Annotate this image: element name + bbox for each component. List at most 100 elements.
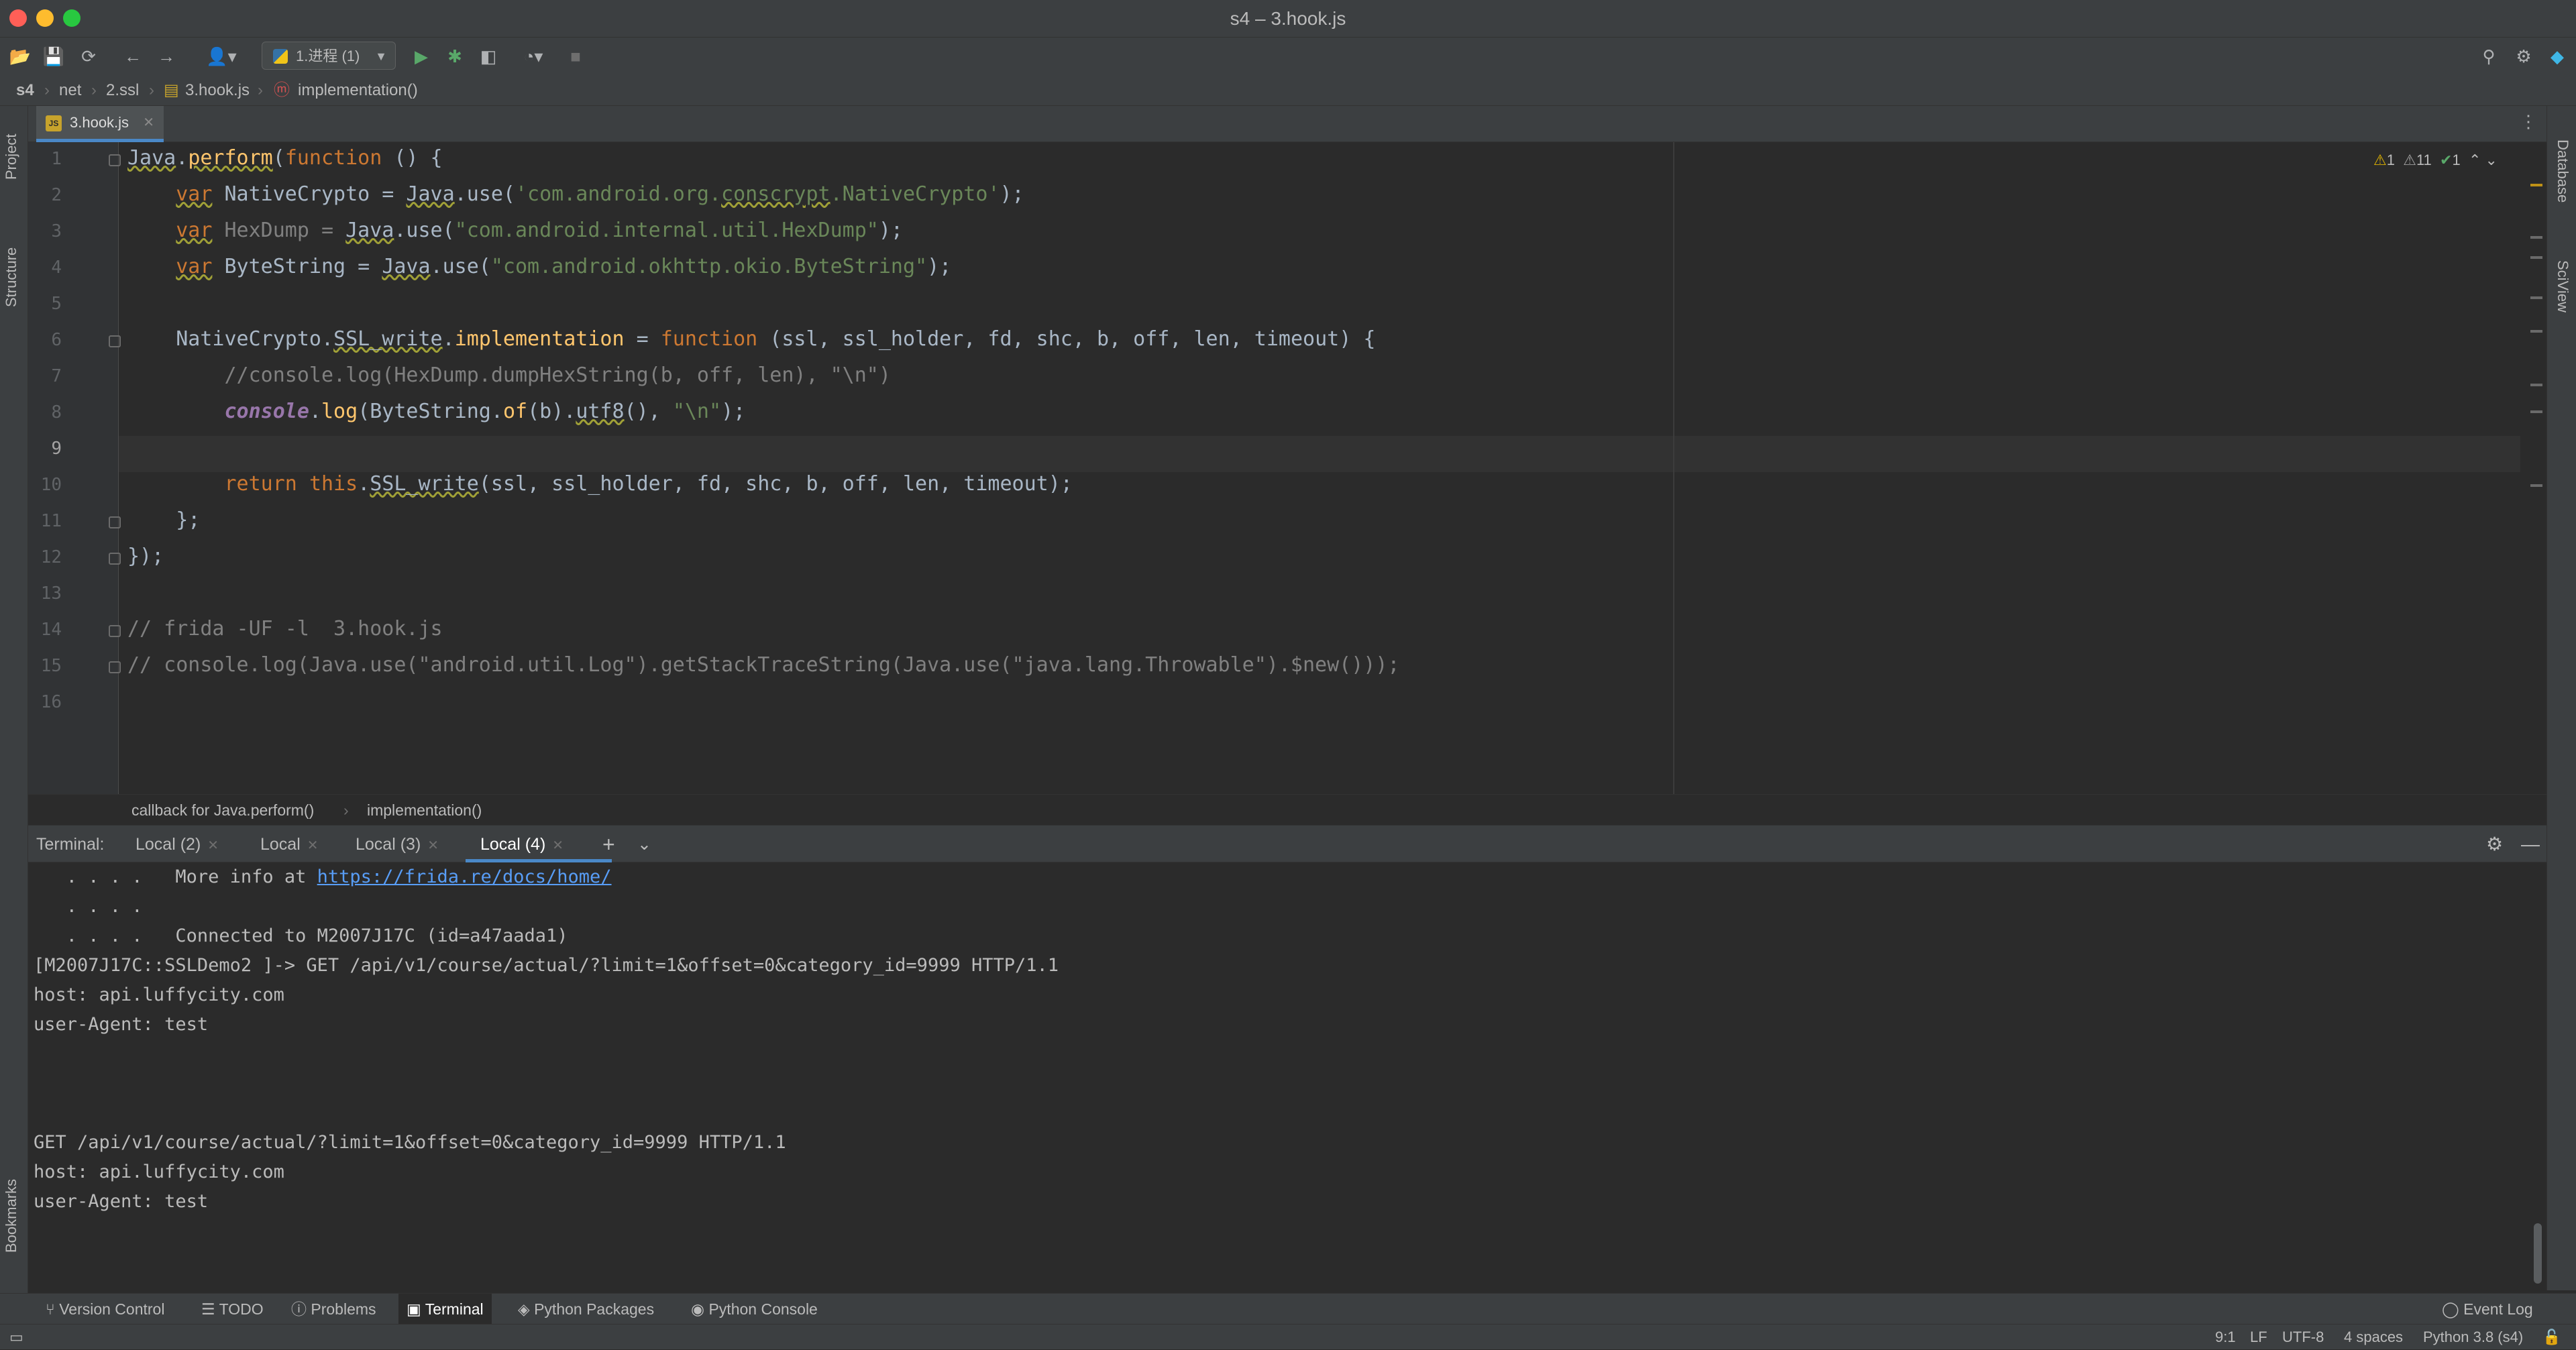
close-tab-icon[interactable]: ✕ — [143, 106, 154, 139]
fold-icon[interactable] — [109, 154, 121, 166]
breadcrumb-file[interactable]: 3.hook.js — [185, 75, 250, 106]
terminal-label: Terminal: — [36, 835, 105, 854]
more-tabs-icon[interactable]: ⋮ — [2520, 111, 2537, 132]
back-icon[interactable]: ← — [119, 43, 146, 70]
python-console-button[interactable]: ◉ Python Console — [691, 1294, 818, 1325]
todo-button[interactable]: ☰ TODO — [201, 1294, 264, 1325]
branch-icon: ⑂ — [46, 1300, 55, 1318]
terminal-tab-local-2[interactable]: Local (2) ✕ — [136, 826, 219, 864]
code-line-3: var HexDump = Java.use("com.android.inte… — [176, 219, 903, 242]
line-separator[interactable]: LF — [2250, 1325, 2267, 1350]
jetbrains-icon[interactable]: ◆ — [2544, 43, 2571, 70]
layout-icon[interactable]: ▭ — [9, 1325, 23, 1350]
python-packages-button[interactable]: ◈ Python Packages — [518, 1294, 654, 1325]
coverage-icon[interactable]: ◧ — [475, 43, 502, 70]
bookmarks-tool-button[interactable]: Bookmarks — [3, 1179, 20, 1253]
search-icon[interactable]: ⚲ — [2475, 43, 2502, 70]
file-encoding[interactable]: UTF-8 — [2282, 1325, 2324, 1350]
run-icon[interactable]: ▶ — [408, 43, 435, 70]
check-icon: ✔ — [2440, 152, 2453, 168]
terminal-line: host: api.luffycity.com — [34, 985, 284, 1005]
breadcrumb-project[interactable]: s4 — [16, 75, 34, 106]
code-editor[interactable]: 1 2 3 4 5 6 7 8 9 10 11 12 13 14 15 16 J… — [28, 142, 2546, 794]
python-icon — [273, 49, 288, 64]
database-tool-button[interactable]: Database — [2554, 139, 2571, 203]
indent-setting[interactable]: 4 spaces — [2344, 1325, 2403, 1350]
line-number-gutter: 1 2 3 4 5 6 7 8 9 10 11 12 13 14 15 16 — [28, 142, 121, 794]
scrollbar-marker — [2530, 484, 2542, 487]
structure-tool-button[interactable]: Structure — [3, 247, 20, 307]
previous-highlight-icon[interactable]: ⌃ — [2469, 152, 2481, 168]
code-line-2: var NativeCrypto = Java.use('com.android… — [176, 182, 1024, 206]
next-highlight-icon[interactable]: ⌄ — [2485, 152, 2498, 168]
code-line-12: }); — [127, 545, 164, 568]
frida-docs-link[interactable]: https://frida.re/docs/home/ — [317, 866, 612, 887]
run-configuration-select[interactable]: 1.进程 (1) ▼ — [262, 42, 396, 70]
list-icon: ☰ — [201, 1300, 215, 1318]
event-log-button[interactable]: ◯ Event Log — [2442, 1294, 2533, 1325]
line-number: 14 — [40, 620, 62, 640]
line-number: 15 — [40, 656, 62, 676]
fold-icon[interactable] — [109, 661, 121, 673]
save-icon[interactable]: 💾 — [40, 43, 67, 70]
right-tool-strip: Database SciView — [2546, 106, 2576, 1290]
code-breadcrumb: callback for Java.perform() › implementa… — [28, 794, 2546, 825]
profile-icon[interactable]: ◔▾ — [510, 43, 557, 70]
python-console-icon: ◉ — [691, 1300, 705, 1318]
inspection-widget[interactable]: ⚠1 ⚠11 ✔1 ⌃ ⌄ — [2373, 152, 2498, 169]
breadcrumb-net[interactable]: net — [59, 75, 81, 106]
project-tool-button[interactable]: Project — [3, 134, 20, 180]
terminal-tab-local[interactable]: Local ✕ — [260, 826, 319, 864]
breadcrumb-separator: › — [343, 801, 349, 819]
settings-icon[interactable]: ⚙ — [2486, 826, 2503, 863]
code-line-4: var ByteString = Java.use("com.android.o… — [176, 255, 952, 278]
breadcrumb-ssl[interactable]: 2.ssl — [106, 75, 139, 106]
terminal-button[interactable]: ▣ Terminal — [398, 1294, 492, 1325]
lock-icon[interactable]: 🔓 — [2542, 1325, 2561, 1350]
close-tab-icon: ✕ — [427, 838, 439, 853]
code-crumb-callback[interactable]: callback for Java.perform() — [131, 795, 314, 826]
terminal-tab-local-3[interactable]: Local (3) ✕ — [356, 826, 439, 864]
python-interpreter[interactable]: Python 3.8 (s4) — [2423, 1325, 2523, 1350]
breadcrumb-separator: › — [44, 81, 50, 99]
close-tab-icon: ✕ — [552, 838, 564, 853]
problems-button[interactable]: ⓘ Problems — [291, 1294, 376, 1325]
stop-icon[interactable]: ■ — [562, 43, 589, 70]
sciview-tool-button[interactable]: SciView — [2554, 260, 2571, 313]
chevron-down-icon: ▼ — [375, 50, 387, 63]
forward-icon[interactable]: → — [153, 43, 180, 70]
code-crumb-implementation[interactable]: implementation() — [367, 795, 482, 826]
line-number: 11 — [40, 511, 62, 531]
line-number: 10 — [40, 475, 62, 495]
fold-icon[interactable] — [109, 516, 121, 528]
terminal-icon: ▣ — [407, 1300, 421, 1318]
terminal-line: [M2007J17C::SSLDemo2 ]-> GET /api/v1/cou… — [34, 955, 1059, 976]
breadcrumb-separator: › — [258, 81, 263, 99]
terminal-line: user-Agent: test — [34, 1191, 209, 1212]
caret-position[interactable]: 9:1 — [2215, 1325, 2236, 1350]
scrollbar-marker — [2530, 384, 2542, 386]
user-icon[interactable]: 👤▾ — [201, 43, 241, 70]
sync-icon[interactable]: ⟳ — [75, 43, 102, 70]
open-folder-icon[interactable]: 📂 — [7, 43, 34, 70]
scrollbar-marker — [2530, 236, 2542, 239]
debug-icon[interactable]: ✱ — [441, 43, 468, 70]
scrollbar-marker — [2530, 330, 2542, 333]
hide-panel-icon[interactable]: — — [2521, 826, 2540, 863]
fold-icon[interactable] — [109, 335, 121, 347]
scrollbar-marker — [2530, 410, 2542, 413]
fold-icon[interactable] — [109, 625, 121, 637]
js-file-icon: JS — [46, 115, 62, 131]
settings-icon[interactable]: ⚙ — [2510, 43, 2537, 70]
code-line-15: // console.log(Java.use("android.util.Lo… — [127, 653, 1400, 677]
editor-tab-active[interactable]: JS 3.hook.js ✕ — [36, 106, 164, 142]
breadcrumb-separator: › — [149, 81, 154, 99]
new-terminal-icon[interactable]: + — [602, 826, 615, 863]
breadcrumb-method[interactable]: implementation() — [298, 75, 418, 106]
line-number: 12 — [40, 547, 62, 567]
chevron-down-icon[interactable]: ⌄ — [637, 826, 651, 863]
terminal-scrollbar[interactable] — [2534, 1223, 2542, 1284]
terminal-output[interactable]: . . . . More info at https://frida.re/do… — [28, 862, 2546, 1293]
version-control-button[interactable]: ⑂ Version Control — [46, 1294, 164, 1325]
fold-icon[interactable] — [109, 553, 121, 565]
